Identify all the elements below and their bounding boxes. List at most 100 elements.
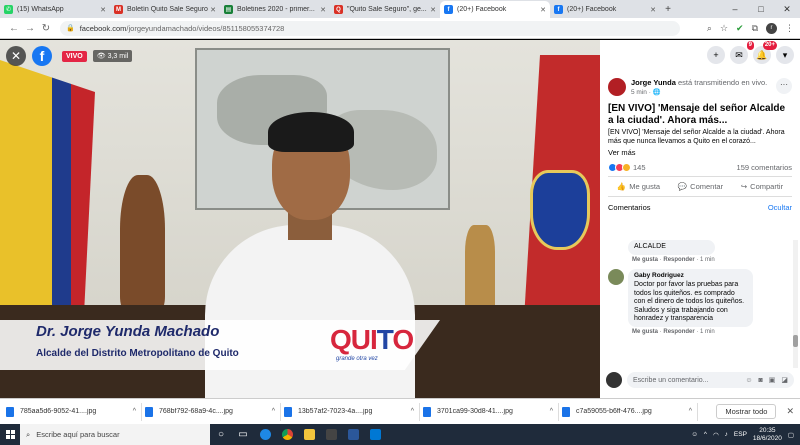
tab-title: "Quito Sale Seguro", ge...	[347, 6, 427, 13]
account-dropdown-icon[interactable]: ▾	[776, 46, 794, 64]
comment-like-link[interactable]: Me gusta	[632, 329, 658, 335]
comment-bubble: Gaby Rodriguez Doctor por favor las prueb…	[628, 268, 753, 327]
chrome-icon[interactable]	[276, 424, 298, 445]
download-item[interactable]: 3701ca99-30d8-41....jpg ^	[423, 402, 559, 421]
url-path: /jorgeyundamachado/videos/85115805537472…	[126, 23, 285, 33]
volume-icon[interactable]: ♪	[725, 431, 728, 438]
chevron-up-icon[interactable]: ^	[689, 408, 692, 415]
file-explorer-icon[interactable]	[298, 424, 320, 445]
comment-button[interactable]: 💬 Comentar	[678, 182, 723, 191]
people-icon[interactable]: ☺	[691, 431, 698, 438]
tab-favicon-icon: M	[114, 5, 123, 14]
speaker-coat	[205, 225, 415, 398]
comment-reply-link[interactable]: Responder	[663, 257, 694, 263]
browser-tab[interactable]: ▤ Boletines 2020 - primer... ✕	[220, 1, 330, 18]
close-window-icon[interactable]: ✕	[774, 4, 800, 15]
comment-bubble: ALCALDE	[628, 240, 715, 255]
bookmark-star-icon[interactable]: ☆	[720, 23, 728, 34]
close-shelf-icon[interactable]: ✕	[786, 406, 794, 417]
reaction-icons[interactable]	[608, 163, 631, 172]
comment-input[interactable]: Escribe un comentario... ☺ ◙ ▣ ◪	[627, 372, 794, 388]
share-icon: ↪	[740, 182, 748, 191]
download-item[interactable]: 768bf792-68a9-4c....jpg ^	[145, 402, 281, 421]
hide-comments-link[interactable]: Ocultar	[768, 203, 792, 212]
author-avatar[interactable]	[608, 78, 626, 96]
comment-count[interactable]: 159 comentarios	[737, 163, 792, 172]
tab-close-icon[interactable]: ✕	[650, 6, 656, 14]
post-more-icon[interactable]: ···	[776, 78, 792, 94]
mail-icon[interactable]	[364, 424, 386, 445]
like-button[interactable]: 👍 Me gusta	[617, 182, 660, 191]
browser-tab[interactable]: ✆ (15) WhatsApp ✕	[0, 1, 110, 18]
comment-item: ALCALDE Me gusta · Responder · 1 min	[600, 240, 792, 263]
show-all-downloads-button[interactable]: Mostrar todo	[716, 404, 777, 419]
comment-list: ALCALDE Me gusta · Responder · 1 min Gab…	[600, 240, 792, 368]
video-player[interactable]: Dr. Jorge Yunda Machado Alcalde del Dist…	[0, 40, 600, 398]
comments-scrollbar[interactable]	[793, 240, 798, 368]
reactions-row: 145 159 comentarios	[600, 157, 800, 176]
comment-time: 1 min	[700, 328, 715, 335]
tab-close-icon[interactable]: ✕	[320, 6, 326, 14]
chevron-up-icon[interactable]: ^	[272, 408, 275, 415]
search-icon[interactable]: ⌕	[707, 23, 712, 34]
chevron-up-icon[interactable]: ^	[133, 408, 136, 415]
facebook-logo-icon[interactable]: f	[32, 46, 52, 66]
tab-close-icon[interactable]: ✕	[210, 6, 216, 14]
chevron-up-icon[interactable]: ^	[411, 408, 414, 415]
menu-dots-icon[interactable]: ⋮	[785, 23, 794, 34]
commenter-avatar[interactable]	[608, 268, 624, 285]
download-item[interactable]: c7a59055-b6ff-476....jpg ^	[562, 402, 698, 421]
messenger-icon[interactable]: ✉ 9	[730, 41, 754, 64]
taskbar-search[interactable]: ⌕ Escribe aquí para buscar	[20, 424, 210, 445]
store-icon[interactable]	[320, 424, 342, 445]
see-more-link[interactable]: Ver más	[600, 148, 800, 157]
author-name[interactable]: Jorge Yunda	[631, 78, 676, 87]
tab-close-icon[interactable]: ✕	[100, 6, 106, 14]
minimize-icon[interactable]: –	[722, 4, 748, 14]
tray-chevron-icon[interactable]: ^	[704, 431, 707, 438]
browser-tab[interactable]: M Boletín Quito Sale Seguro ✕	[110, 1, 220, 18]
edge-icon[interactable]	[254, 424, 276, 445]
download-item[interactable]: 13b57af2-7023-4a....jpg ^	[284, 402, 420, 421]
wifi-icon[interactable]: ◠	[713, 431, 719, 439]
notification-center-icon[interactable]: ▢	[788, 431, 794, 439]
comment-reply-link[interactable]: Responder	[663, 329, 694, 335]
cortana-icon[interactable]: ○	[210, 424, 232, 445]
new-tab-button[interactable]: +	[660, 1, 676, 18]
create-plus-icon[interactable]: +	[707, 46, 725, 64]
post-time[interactable]: 5 min ·	[631, 89, 653, 96]
profile-avatar[interactable]: r	[766, 22, 777, 34]
tab-close-icon[interactable]: ✕	[430, 6, 436, 14]
comment-like-link[interactable]: Me gusta	[632, 257, 658, 263]
browser-tab[interactable]: f (20+) Facebook ✕	[550, 1, 660, 18]
forward-icon[interactable]: →	[22, 23, 38, 34]
share-button[interactable]: ↪ Compartir	[741, 182, 783, 191]
thumbs-up-icon: 👍	[616, 182, 627, 191]
reaction-count[interactable]: 145	[633, 163, 646, 172]
extension-icon[interactable]: ✔	[736, 23, 744, 34]
speaker-role: Alcalde del Distrito Metropolitano de Qu…	[36, 348, 239, 359]
word-icon[interactable]	[342, 424, 364, 445]
camera-icon[interactable]: ◙	[759, 377, 763, 384]
download-item[interactable]: 785aa5d6-9052-41....jpg ^	[6, 402, 142, 421]
sticker-icon[interactable]: ◪	[781, 376, 788, 384]
notifications-bell-icon[interactable]: 🔔 20+	[753, 41, 777, 64]
gif-icon[interactable]: ▣	[769, 376, 776, 384]
windows-start-icon[interactable]	[0, 424, 20, 445]
reload-icon[interactable]: ↻	[38, 23, 54, 34]
emoji-icon[interactable]: ☺	[745, 377, 752, 384]
extensions-puzzle-icon[interactable]: ⧉	[752, 23, 758, 34]
user-avatar	[606, 372, 622, 388]
clock[interactable]: 20:35 18/6/2020	[753, 427, 782, 442]
tab-close-icon[interactable]: ✕	[540, 6, 546, 14]
browser-tab[interactable]: f (20+) Facebook ✕	[440, 1, 550, 18]
back-icon[interactable]: ←	[6, 23, 22, 34]
url-field[interactable]: 🔒 facebook.com/jorgeyundamachado/videos/…	[60, 20, 680, 36]
language-indicator[interactable]: ESP	[734, 431, 747, 438]
maximize-icon[interactable]: □	[748, 4, 774, 14]
chevron-up-icon[interactable]: ^	[550, 408, 553, 415]
browser-tab[interactable]: Q "Quito Sale Seguro", ge... ✕	[330, 1, 440, 18]
task-view-icon[interactable]: ▭	[232, 424, 254, 445]
close-video-icon[interactable]: ✕	[6, 46, 26, 66]
commenter-name[interactable]: Gaby Rodriguez	[634, 272, 747, 281]
